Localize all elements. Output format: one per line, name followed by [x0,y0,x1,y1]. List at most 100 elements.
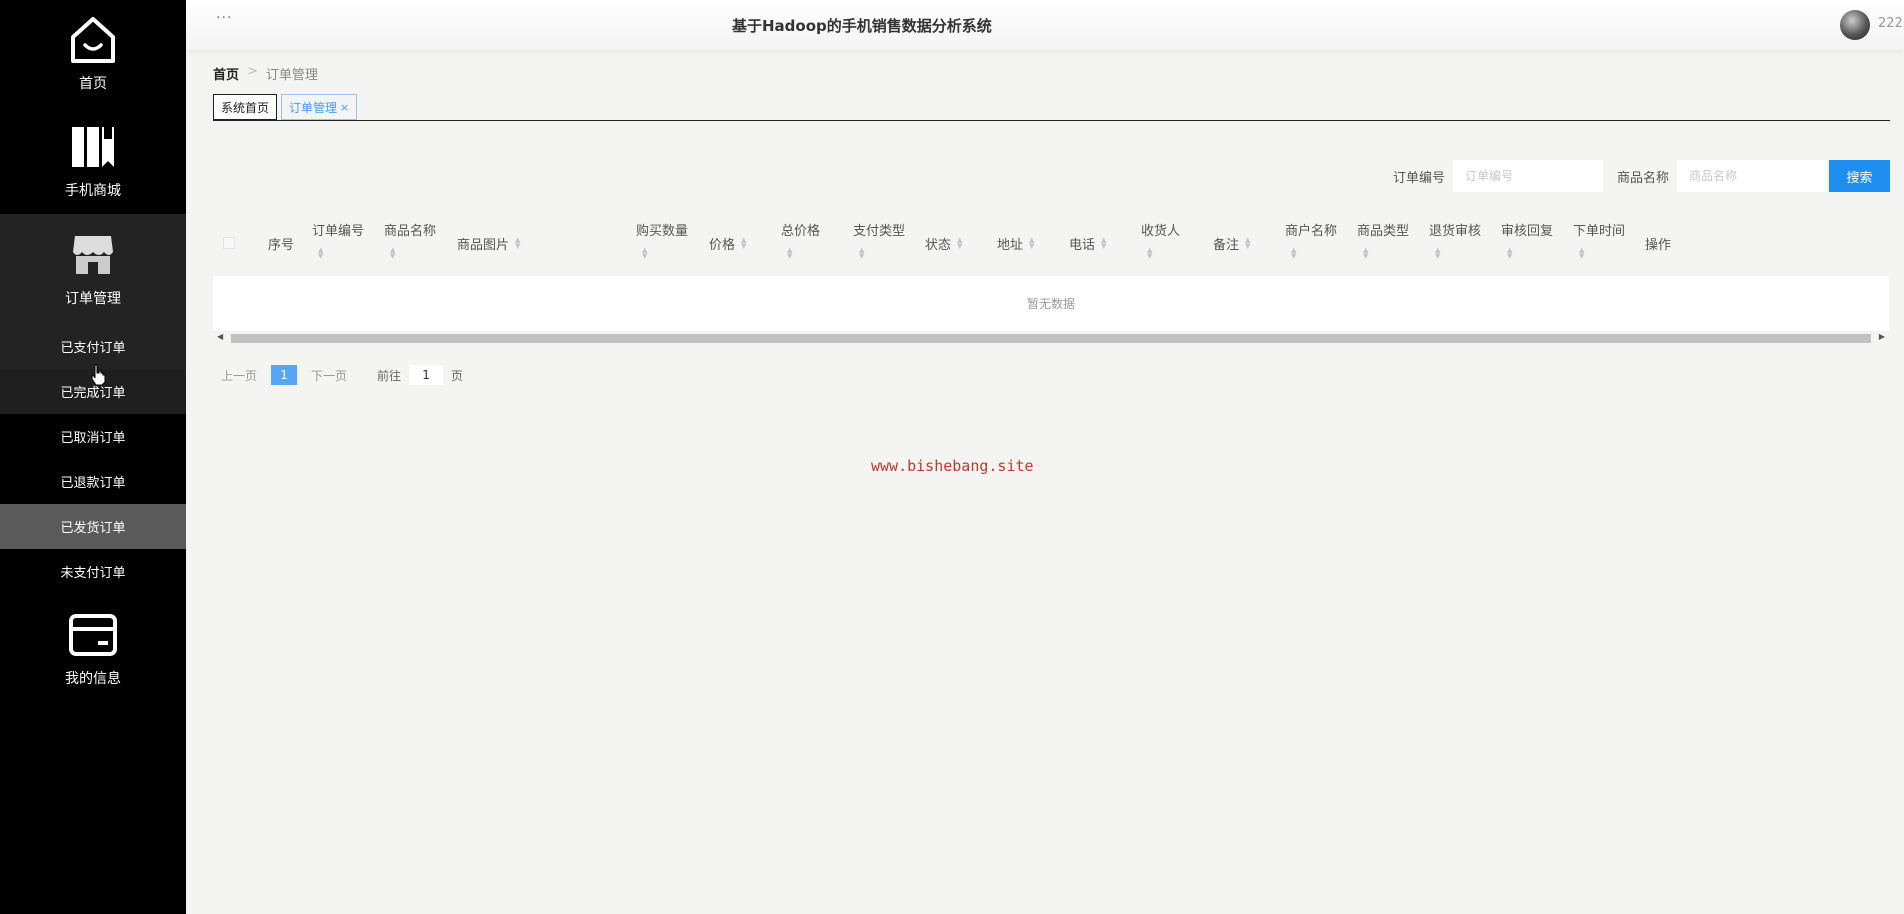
scroll-left-icon[interactable]: ◀ [217,332,223,341]
col-payment-type-label: 支付类型 [853,224,906,239]
nav-phone-store[interactable]: 手机商城 [0,107,186,214]
breadcrumb-current: 订单管理 [265,68,318,83]
col-phone[interactable]: 电话 ▲ ▼ [1069,210,1106,276]
sort-icon[interactable]: ▲ ▼ [1147,247,1152,260]
nav-home[interactable]: 首页 [0,0,186,107]
tab-order-management[interactable]: 订单管理 × [281,94,358,120]
col-product-type[interactable]: 商品类型 ▲ ▼ [1357,210,1409,276]
order-no-input[interactable] [1452,160,1603,192]
card-icon [66,610,120,660]
pagination: 上一页 1 下一页 前往 1 页 [221,365,463,385]
col-actions: 操作 [1645,210,1671,276]
col-status-label: 状态 [925,237,952,253]
col-review-reply[interactable]: 审核回复 ▲ ▼ [1501,210,1553,276]
sort-icon[interactable]: ▲ ▼ [1291,247,1296,260]
col-payment-type[interactable]: 支付类型 ▲ ▼ [853,210,905,276]
prev-page-button[interactable]: 上一页 [221,367,257,384]
select-all-checkbox[interactable] [223,237,235,249]
col-return-review-label: 退货审核 [1429,224,1482,239]
menu-toggle-icon[interactable]: ··· [216,10,232,26]
sort-icon[interactable]: ▲ ▼ [390,247,395,260]
sub-shipped-orders[interactable]: 已发货订单 [0,504,186,549]
sort-icon[interactable]: ▲ ▼ [1507,247,1512,260]
goto-page-input[interactable]: 1 [409,365,444,385]
page-number-current[interactable]: 1 [271,365,298,385]
sort-icon[interactable]: ▲ ▼ [515,237,520,250]
col-product-image[interactable]: 商品图片 ▲ ▼ [457,210,520,276]
horizontal-scrollbar[interactable]: ◀ ▶ [213,332,1889,344]
col-order-no-label: 订单编号 [312,224,365,239]
col-quantity[interactable]: 购买数量 ▲ ▼ [636,210,688,276]
top-header: ··· 基于Hadoop的手机销售数据分析系统 222 [186,0,1904,50]
sort-icon[interactable]: ▲ ▼ [1029,237,1034,250]
tab-system-home-label: 系统首页 [221,100,270,115]
col-phone-label: 电话 [1069,237,1096,253]
col-product-name[interactable]: 商品名称 ▲ ▼ [384,210,436,276]
sort-icon[interactable]: ▲ ▼ [1435,247,1440,260]
home-icon [66,15,120,65]
sort-icon[interactable]: ▲ ▼ [859,247,864,260]
col-remark[interactable]: 备注 ▲ ▼ [1213,210,1250,276]
col-return-review[interactable]: 退货审核 ▲ ▼ [1429,210,1481,276]
col-order-no[interactable]: 订单编号 ▲ ▼ [312,210,364,276]
table-header: 序号 订单编号 ▲ ▼ 商品名称 ▲ ▼ 商品图片 ▲ ▼ 购买数量 ▲ ▼ 价格 ▲ ▼ 总价格 ▲… [213,210,1889,276]
sub-cancelled-orders[interactable]: 已取消订单 [0,414,186,459]
col-index: 序号 [268,210,294,276]
sub-paid-orders[interactable]: 已支付订单 [0,324,186,369]
table-body: 暂无数据 [213,276,1889,331]
nav-home-label: 首页 [79,75,107,92]
tab-bar: 系统首页 订单管理 × [213,94,1890,121]
sort-icon[interactable]: ▲ ▼ [1363,247,1368,260]
goto-label: 前往 [377,368,402,383]
sort-icon[interactable]: ▲ ▼ [741,237,746,250]
col-actions-label: 操作 [1645,237,1672,253]
goto-unit: 页 [451,368,464,383]
sort-icon[interactable]: ▲ ▼ [1101,237,1106,250]
col-receiver[interactable]: 收货人 ▲ ▼ [1141,210,1180,276]
col-price-label: 价格 [709,237,736,253]
col-review-reply-label: 审核回复 [1501,224,1554,239]
shop-icon [66,230,120,280]
sub-unpaid-orders[interactable]: 未支付订单 [0,549,186,594]
col-address[interactable]: 地址 ▲ ▼ [997,210,1034,276]
col-product-image-label: 商品图片 [457,237,510,253]
nav-my-info[interactable]: 我的信息 [0,594,186,704]
product-name-input[interactable] [1677,160,1827,192]
sort-icon[interactable]: ▲ ▼ [1245,237,1250,250]
breadcrumb-home[interactable]: 首页 [213,64,239,83]
order-table: 序号 订单编号 ▲ ▼ 商品名称 ▲ ▼ 商品图片 ▲ ▼ 购买数量 ▲ ▼ 价格 ▲ ▼ 总价格 ▲… [213,210,1889,344]
scrollbar-thumb[interactable] [231,334,1871,343]
sidebar: 首页 手机商城 订单管理 已支付订单 已完成订单 已取消订单 已退款订单 已发货… [0,0,186,914]
search-button[interactable]: 搜索 [1829,160,1890,192]
sort-icon[interactable]: ▲ ▼ [957,237,962,250]
col-product-type-label: 商品类型 [1357,224,1410,239]
system-title: 基于Hadoop的手机销售数据分析系统 [732,17,992,35]
close-icon[interactable]: × [340,101,349,114]
avatar[interactable] [1840,10,1870,40]
sort-icon[interactable]: ▲ ▼ [1579,247,1584,260]
nav-order-management-label: 订单管理 [65,291,121,307]
scroll-right-icon[interactable]: ▶ [1879,332,1885,341]
watermark: www.bishebang.site [871,457,1034,475]
sub-refunded-orders[interactable]: 已退款订单 [0,459,186,504]
sort-icon[interactable]: ▲ ▼ [642,247,647,260]
col-total-price[interactable]: 总价格 ▲ ▼ [781,210,820,276]
sort-icon[interactable]: ▲ ▼ [787,247,792,260]
tab-system-home[interactable]: 系统首页 [213,94,278,120]
next-page-button[interactable]: 下一页 [311,367,347,384]
col-price[interactable]: 价格 ▲ ▼ [709,210,746,276]
nav-order-management[interactable]: 订单管理 [0,214,186,324]
col-merchant-name-label: 商户名称 [1285,224,1338,239]
col-order-time[interactable]: 下单时间 ▲ ▼ [1573,210,1625,276]
col-total-price-label: 总价格 [781,224,821,239]
username[interactable]: 222 [1878,16,1903,31]
col-product-name-label: 商品名称 [384,224,437,239]
breadcrumb: 首页 > 订单管理 [213,64,318,83]
empty-text: 暂无数据 [1026,297,1075,311]
col-status[interactable]: 状态 ▲ ▼ [925,210,962,276]
col-address-label: 地址 [997,237,1024,253]
col-merchant-name[interactable]: 商户名称 ▲ ▼ [1285,210,1337,276]
sort-icon[interactable]: ▲ ▼ [318,247,323,260]
breadcrumb-separator: > [247,64,258,79]
book-icon [66,122,120,172]
